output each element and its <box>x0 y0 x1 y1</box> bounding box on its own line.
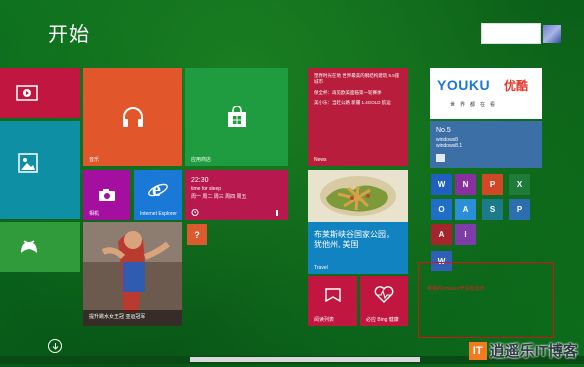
watermark-logo: IT <box>468 341 487 360</box>
xbox-controller-icon <box>21 240 37 253</box>
news-line-2: 保全杯：再见欧美面临第一轮赛季 <box>314 89 382 95</box>
reading-list-icon <box>324 288 341 302</box>
app-tile-lync[interactable]: A <box>455 199 476 220</box>
tile-health[interactable]: 必应 Bing 健康 <box>360 276 408 326</box>
win81-app-icon <box>436 154 445 162</box>
travel-line-1: 布莱斯峡谷国家公园， <box>314 230 394 239</box>
app-tile-project[interactable]: P <box>509 199 530 220</box>
heart-pulse-icon <box>374 286 394 303</box>
headphones-icon <box>122 107 143 127</box>
alarm-bell-icon <box>276 210 278 216</box>
internet-explorer-icon: e <box>148 179 168 200</box>
tile-camera[interactable]: 相机 <box>83 170 130 220</box>
down-arrow-icon <box>52 342 58 350</box>
app-tile-infopath[interactable]: I <box>455 224 476 245</box>
app-tile-outlook[interactable]: O <box>431 199 452 220</box>
app-tile-word[interactable]: W <box>431 174 452 195</box>
app-tile-access[interactable]: A <box>431 224 452 245</box>
watermark-text: 逍遥乐IT博客 <box>489 343 578 360</box>
tile-store[interactable]: 应用商店 <box>185 68 288 166</box>
annotation-text: 新装的vmware开没有显示 <box>427 286 485 292</box>
news-line-3: 美小乐：当赶公路 新疆 1.4GOLD 航运 <box>314 99 391 105</box>
tile-reading-label: 阅读列表 <box>314 317 335 323</box>
alarm-text: time for sleep <box>191 186 222 192</box>
tile-travel-label: Travel <box>314 265 328 271</box>
tile-sports[interactable]: 提升跳水女王冠 亚运冠军 <box>83 222 182 326</box>
tile-music-label: 音乐 <box>89 157 100 163</box>
tile-sports-label: 提升跳水女王冠 亚运冠军 <box>89 314 146 320</box>
travel-line-2: 犹他州, 美国 <box>314 240 359 249</box>
watermark: IT 逍遥乐IT博客 <box>468 340 578 361</box>
tile-reading-list[interactable]: 阅读列表 <box>308 276 357 326</box>
help-icon: ? <box>194 229 200 240</box>
app-tile-onenote[interactable]: N <box>455 174 476 195</box>
tile-ie[interactable]: e Internet Explorer <box>134 170 182 220</box>
tile-ie-label: Internet Explorer <box>140 211 177 217</box>
travel-photo <box>308 170 408 222</box>
tile-health-label: 必应 Bing 健康 <box>366 317 399 323</box>
app-tile-excel[interactable]: X <box>509 174 530 195</box>
tile-news[interactable]: 塑界时光在地 世界最美的钢结构建筑 5.5座城市 保全杯：再见欧美面临第一轮赛季… <box>308 68 408 166</box>
tile-news-label: News <box>314 157 327 163</box>
alarm-time: 22:30 <box>191 177 209 184</box>
scrollbar-thumb[interactable] <box>190 357 420 362</box>
camera-icon <box>98 189 115 201</box>
video-icon <box>16 85 38 101</box>
tile-travel[interactable]: 布莱斯峡谷国家公园， 犹他州, 美国 Travel <box>308 170 408 274</box>
tile-games[interactable] <box>0 222 80 272</box>
app-tile-powerpoint[interactable]: P <box>482 174 503 195</box>
tile-photos[interactable] <box>0 121 80 219</box>
alarm-days: 周一 周二 周三 周四 周五 <box>191 194 247 200</box>
store-bag-icon <box>227 106 246 127</box>
sports-photo <box>83 222 182 326</box>
youku-logo: YOUKU <box>437 77 491 93</box>
youku-slogan: 世界都在看 <box>450 102 501 108</box>
tile-video[interactable] <box>0 68 80 118</box>
photos-icon <box>18 153 38 173</box>
news-line-1: 塑界时光在地 世界最美的钢结构建筑 5.5座城市 <box>314 73 400 85</box>
tile-music[interactable]: 音乐 <box>83 68 182 166</box>
youku-cn: 优酷 <box>504 79 529 93</box>
tile-camera-label: 相机 <box>89 211 100 217</box>
user-name-box[interactable] <box>481 23 541 44</box>
tile-store-label: 应用商店 <box>191 157 212 163</box>
alarm-icon <box>191 209 199 216</box>
page-title: 开始 <box>48 24 90 46</box>
avatar[interactable] <box>543 25 561 43</box>
tile-help[interactable]: ? <box>187 224 207 245</box>
win81-os2: windows8.1 <box>436 143 463 149</box>
all-apps-button[interactable] <box>48 339 62 353</box>
win81-no: No.5 <box>436 127 451 134</box>
tile-win81[interactable]: No.5 windows8 windows8.1 <box>430 121 542 168</box>
annotation-box: 新装的vmware开没有显示 <box>418 262 554 338</box>
svg-text:e: e <box>152 179 161 200</box>
app-tile-publisher[interactable]: S <box>482 199 503 220</box>
tile-alarm[interactable]: 22:30 time for sleep 周一 周二 周三 周四 周五 <box>185 170 288 220</box>
tile-youku[interactable]: YOUKU 优酷 世界都在看 <box>430 68 542 119</box>
